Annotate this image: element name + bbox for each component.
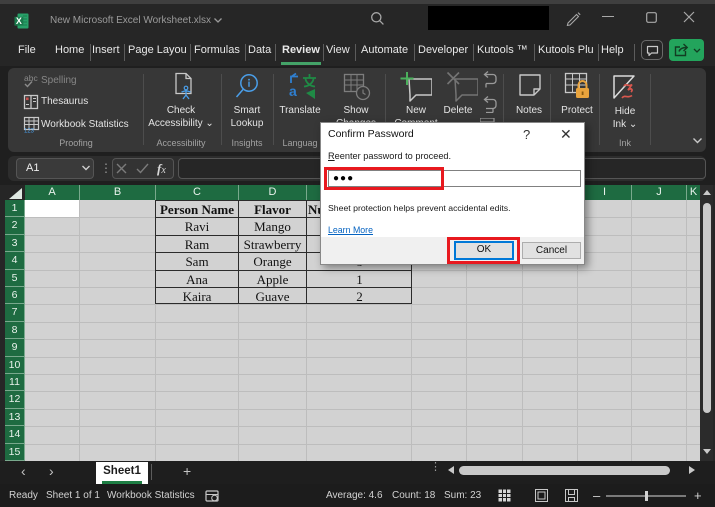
svg-text:123: 123 [24,129,35,134]
svg-text:a: a [289,83,297,99]
svg-text:X: X [16,16,22,26]
